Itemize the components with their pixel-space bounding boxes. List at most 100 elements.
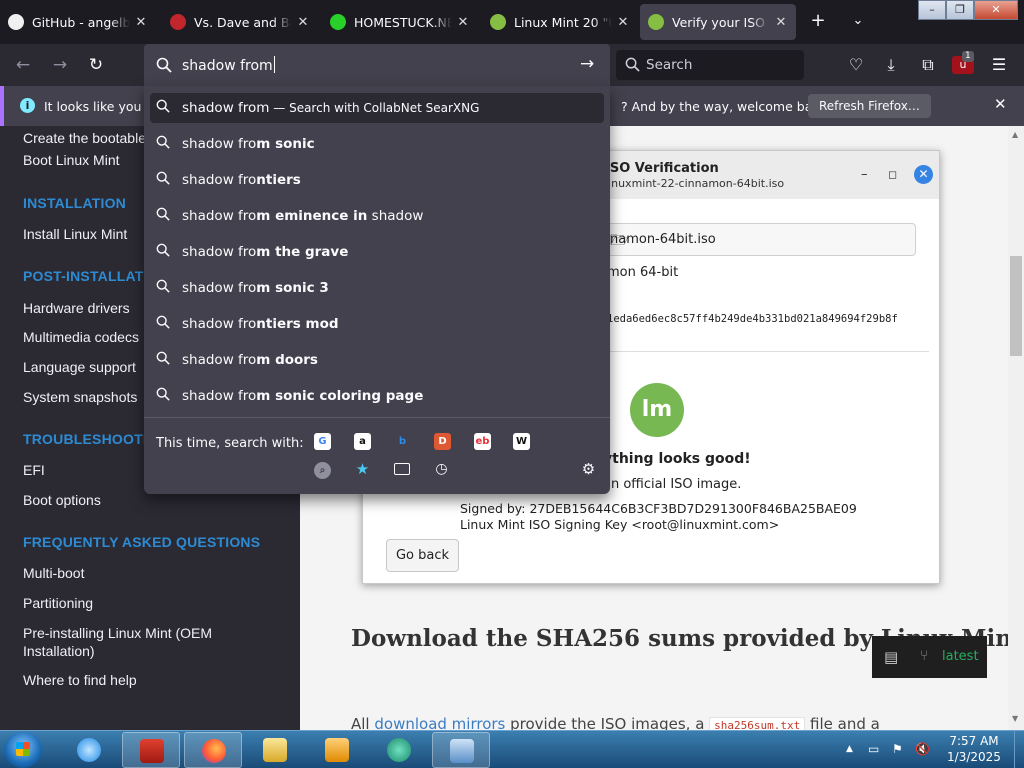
search-suggestion[interactable]: shadow from sonic xyxy=(150,129,604,159)
suggestion-text: shadow from eminence in shadow xyxy=(182,208,424,224)
version-selector[interactable]: ▤ ⑂ latest xyxy=(872,636,987,678)
chat-app-taskbar-button[interactable] xyxy=(370,732,428,768)
iso-verify-taskbar-button[interactable] xyxy=(432,732,490,768)
tab-2[interactable]: HOMESTUCK.NET ✕ xyxy=(322,4,478,40)
dialog-maximize-icon[interactable]: ◻ xyxy=(888,168,897,181)
tab-4[interactable]: Verify your ISO imag ✕ xyxy=(640,4,796,40)
tabs-icon[interactable] xyxy=(394,463,410,475)
search-suggestion[interactable]: shadow frontiers mod xyxy=(150,309,604,339)
search-suggestion[interactable]: shadow frontiers xyxy=(150,165,604,195)
tab-close-icon[interactable]: ✕ xyxy=(456,15,470,30)
chat-app-icon xyxy=(387,738,411,762)
go-arrow-icon[interactable]: → xyxy=(580,54,594,74)
firefox-taskbar-button[interactable] xyxy=(184,732,242,768)
google-engine-icon[interactable]: G xyxy=(314,433,331,450)
tab-3[interactable]: Linux Mint 20 "Ulya ✕ xyxy=(482,4,638,40)
windows-taskbar: ▲ ▭ ⚑ 🔇 7:57 AM 1/3/2025 xyxy=(0,730,1024,768)
tab-close-icon[interactable]: ✕ xyxy=(774,15,788,30)
tab-favicon-icon xyxy=(170,14,186,30)
system-clock[interactable]: 7:57 AM 1/3/2025 xyxy=(946,733,1002,765)
signed-by-text: Signed by: 27DEB15644C6B3CF3BD7D291300F8… xyxy=(460,501,857,516)
dialog-close-icon[interactable]: ✕ xyxy=(914,165,933,184)
volume-muted-icon[interactable]: 🔇 xyxy=(915,742,930,756)
file-chooser-icon[interactable]: 🗁 xyxy=(610,230,908,255)
tab-close-icon[interactable]: ✕ xyxy=(296,15,310,30)
refresh-firefox-button[interactable]: Refresh Firefox… xyxy=(808,94,931,118)
sha256sum-code: sha256sum.txt xyxy=(709,717,806,730)
extensions-icon[interactable]: ⧉ xyxy=(917,55,939,75)
tab-1[interactable]: Vs. Dave and Bamb ✕ xyxy=(162,4,318,40)
sidebar-link[interactable]: Boot options xyxy=(23,492,101,508)
url-input[interactable]: shadow from xyxy=(182,56,275,74)
sidebar-link[interactable]: EFI xyxy=(23,462,45,478)
pocket-icon[interactable]: ♡ xyxy=(845,55,867,74)
sidebar-link[interactable]: Where to find help xyxy=(23,672,137,688)
search-suggestion[interactable]: shadow from eminence in shadow xyxy=(150,201,604,231)
search-suggestion[interactable]: shadow from sonic 3 xyxy=(150,273,604,303)
start-button[interactable] xyxy=(4,732,42,768)
show-desktop-button[interactable] xyxy=(1014,731,1024,768)
tab-0[interactable]: GitHub - angelbruni ✕ xyxy=(0,4,156,40)
sidebar-link[interactable]: Multi-boot xyxy=(23,565,84,581)
scroll-down-icon[interactable]: ▼ xyxy=(1012,714,1018,723)
media-player-taskbar-button[interactable] xyxy=(308,732,366,768)
sidebar-link[interactable]: Boot Linux Mint xyxy=(23,152,120,168)
download-mirrors-link[interactable]: download mirrors xyxy=(374,715,505,730)
page-scrollbar[interactable]: ▲ ▼ xyxy=(1008,126,1024,730)
amazon-engine-icon[interactable]: a xyxy=(354,433,371,450)
sidebar-link[interactable]: Hardware drivers xyxy=(23,300,130,316)
iso-file-field[interactable]: namon-64bit.iso 🗁 xyxy=(603,223,916,256)
url-bar[interactable]: shadow from → xyxy=(144,44,610,86)
paragraph: All download mirrors provide the ISO ima… xyxy=(351,715,880,730)
sidebar-link[interactable]: Language support xyxy=(23,359,136,375)
forward-arrow-icon[interactable]: → xyxy=(49,55,71,75)
file-explorer-taskbar-button[interactable] xyxy=(246,732,304,768)
sidebar-link[interactable]: Install Linux Mint xyxy=(23,226,127,242)
sidebar-link[interactable]: Create the bootable xyxy=(23,130,146,146)
sidebar-link[interactable]: Partitioning xyxy=(23,595,93,611)
list-all-tabs-button[interactable]: ⌄ xyxy=(846,13,870,28)
network-icon[interactable]: ▭ xyxy=(868,742,879,756)
tab-favicon-icon xyxy=(490,14,506,30)
dialog-minimize-icon[interactable]: – xyxy=(861,167,868,182)
scroll-up-icon[interactable]: ▲ xyxy=(1012,130,1018,139)
duckduckgo-engine-icon[interactable]: D xyxy=(434,433,451,450)
hamburger-menu-icon[interactable]: ☰ xyxy=(988,55,1010,74)
search-settings-gear-icon[interactable]: ⚙ xyxy=(580,461,597,478)
search-suggestion[interactable]: shadow from — Search with CollabNet Sear… xyxy=(150,93,604,123)
sidebar-link[interactable]: Pre-installing Linux Mint (OEM xyxy=(23,625,212,641)
search-suggestion[interactable]: shadow from doors xyxy=(150,345,604,375)
suggestion-text: shadow from the grave xyxy=(182,244,349,260)
search-suggestion[interactable]: shadow from the grave xyxy=(150,237,604,267)
wikipedia-engine-icon[interactable]: W xyxy=(513,433,530,450)
ebay-engine-icon[interactable]: eb xyxy=(474,433,491,450)
branch-icon: ⑂ xyxy=(920,648,929,664)
new-tab-button[interactable]: + xyxy=(806,10,830,31)
action-center-flag-icon[interactable]: ⚑ xyxy=(892,742,903,756)
sidebar-link[interactable]: Multimedia codecs xyxy=(23,329,139,345)
bookmarks-star-icon[interactable]: ★ xyxy=(354,461,371,478)
internet-explorer-taskbar-button[interactable] xyxy=(60,732,118,768)
show-hidden-icons[interactable]: ▲ xyxy=(846,744,853,754)
back-arrow-icon[interactable]: ← xyxy=(12,55,34,75)
go-back-button[interactable]: Go back xyxy=(386,539,459,572)
reload-icon[interactable]: ↻ xyxy=(85,55,107,75)
scrollbar-thumb[interactable] xyxy=(1010,256,1022,356)
close-notification-icon[interactable]: ✕ xyxy=(994,95,1007,113)
search-history-icon[interactable]: ⌕ xyxy=(314,462,331,479)
window-close-button[interactable]: ✕ xyxy=(974,0,1018,20)
sidebar-link[interactable]: System snapshots xyxy=(23,389,137,405)
search-suggestion[interactable]: shadow from sonic coloring page xyxy=(150,381,604,411)
restore-button[interactable]: ❐ xyxy=(946,0,974,20)
search-bar[interactable]: Search xyxy=(616,50,804,80)
downloads-icon[interactable]: ⤓ xyxy=(880,55,902,75)
minimize-button[interactable]: – xyxy=(918,0,946,20)
history-clock-icon[interactable]: ◷ xyxy=(433,461,450,478)
bing-engine-icon[interactable]: b xyxy=(394,433,411,450)
extension-badge: 1 xyxy=(962,51,974,62)
tab-close-icon[interactable]: ✕ xyxy=(616,15,630,30)
tab-close-icon[interactable]: ✕ xyxy=(134,15,148,30)
book-icon: ▤ xyxy=(884,648,899,666)
sidebar-link[interactable]: Installation) xyxy=(23,643,95,659)
app-taskbar-button[interactable] xyxy=(122,732,180,768)
